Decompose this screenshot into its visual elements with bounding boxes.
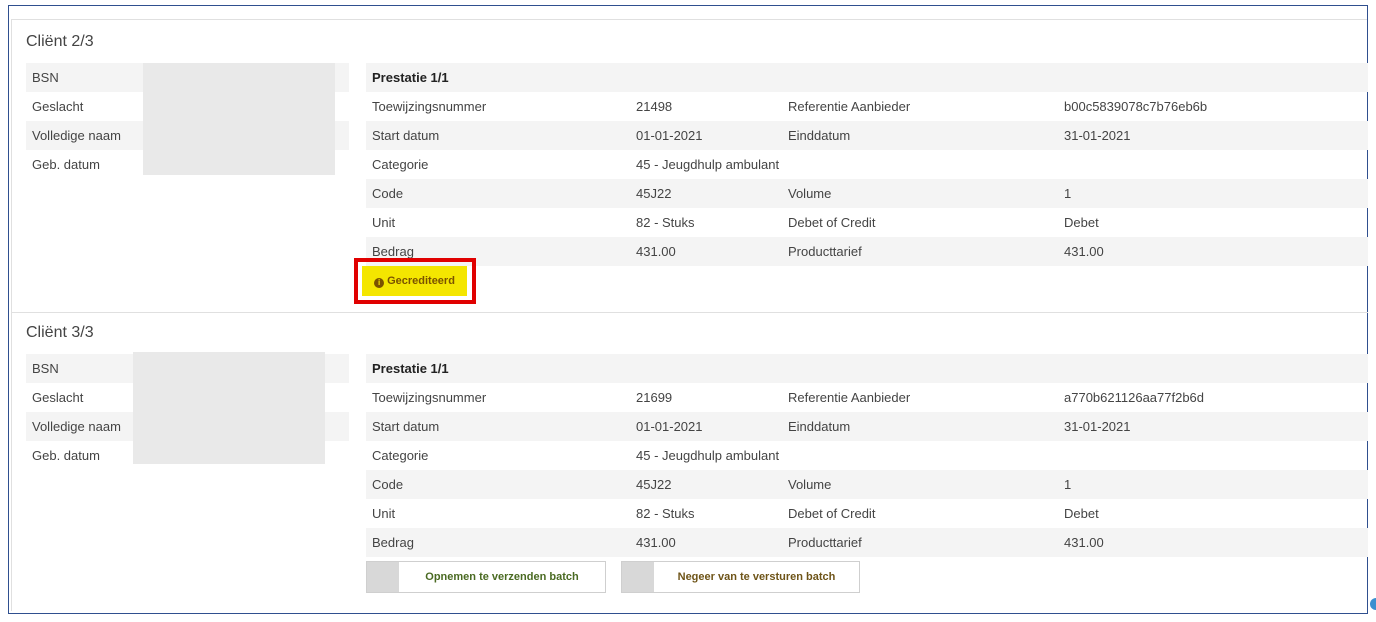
row-value: 45J22 [636, 477, 672, 492]
row-label: Volume [788, 186, 832, 201]
row-label: Bedrag [372, 535, 414, 550]
prestatie-header-row: Prestatie 1/1 [366, 63, 1368, 92]
row-label: Toewijzingsnummer [372, 99, 487, 114]
row-value: 431.00 [1064, 244, 1104, 259]
row-label: Unit [372, 215, 396, 230]
row-value: 45J22 [636, 186, 672, 201]
row-label: Categorie [372, 157, 429, 172]
row-label: Debet of Credit [788, 506, 876, 521]
row-value: 82 - Stuks [636, 506, 695, 521]
row-label: Toewijzingsnummer [372, 390, 487, 405]
row-label: Debet of Credit [788, 215, 876, 230]
row-label: Categorie [372, 448, 429, 463]
row-label: Einddatum [788, 419, 851, 434]
row-label: Code [372, 477, 404, 492]
row-value: 1 [1064, 477, 1072, 492]
table-row: Toewijzingsnummer 21699 Referentie Aanbi… [366, 383, 1368, 412]
row-label: Producttarief [788, 244, 862, 259]
row-label: Einddatum [788, 128, 851, 143]
row-value: Debet [1064, 506, 1099, 521]
row-value: 1 [1064, 186, 1072, 201]
row-value: 82 - Stuks [636, 215, 695, 230]
row-value: b00c5839078c7b76eb6b [1064, 99, 1208, 114]
row-label: Start datum [372, 128, 440, 143]
table-row: Bedrag 431.00 Producttarief 431.00 [366, 237, 1368, 266]
row-value: Debet [1064, 215, 1099, 230]
redacted-personal-data [143, 63, 335, 175]
toggle-swatch [367, 562, 399, 592]
scroll-handle[interactable] [1370, 598, 1376, 610]
prestatie-header: Prestatie 1/1 [372, 361, 449, 376]
client-title: Cliënt 2/3 [26, 33, 94, 50]
row-label: Producttarief [788, 535, 862, 550]
table-row: Code 45J22 Volume 1 [366, 179, 1368, 208]
info-circle-icon: i [374, 278, 385, 288]
table-row: Categorie 45 - Jeugdhulp ambulant [366, 150, 1368, 179]
row-label: Code [372, 186, 404, 201]
table-row: Bedrag 431.00 Producttarief 431.00 [366, 528, 1368, 557]
row-label: Referentie Aanbieder [788, 390, 911, 405]
status-badge-label: Gecrediteerd [387, 275, 455, 287]
include-in-batch-label: Opnemen te verzenden batch [425, 571, 579, 583]
row-value: a770b621126aa77f2b6d [1064, 390, 1205, 405]
row-value: 21699 [636, 390, 673, 405]
table-row: Code 45J22 Volume 1 [366, 470, 1368, 499]
row-value: 431.00 [1064, 535, 1104, 550]
row-label: Referentie Aanbieder [788, 99, 911, 114]
table-row: Toewijzingsnummer 21498 Referentie Aanbi… [366, 92, 1368, 121]
redacted-personal-data [133, 352, 325, 464]
table-row: Categorie 45 - Jeugdhulp ambulant [366, 441, 1368, 470]
row-value: 01-01-2021 [636, 419, 703, 434]
toggle-swatch [622, 562, 654, 592]
row-value: 45 - Jeugdhulp ambulant [636, 157, 780, 172]
table-row: Unit 82 - Stuks Debet of Credit Debet [366, 208, 1368, 237]
row-value: 01-01-2021 [636, 128, 703, 143]
row-value: 31-01-2021 [1064, 419, 1131, 434]
row-value: 431.00 [636, 244, 676, 259]
client-title: Cliënt 3/3 [26, 324, 94, 341]
table-row: Unit 82 - Stuks Debet of Credit Debet [366, 499, 1368, 528]
include-in-batch-button[interactable]: Opnemen te verzenden batch [366, 561, 606, 593]
table-row: Start datum 01-01-2021 Einddatum 31-01-2… [366, 412, 1368, 441]
row-value: 21498 [636, 99, 673, 114]
row-label: Start datum [372, 419, 440, 434]
ignore-batch-button[interactable]: Negeer van te versturen batch [621, 561, 860, 593]
row-label: Unit [372, 506, 396, 521]
section-divider [12, 312, 1368, 313]
row-label: Volume [788, 477, 832, 492]
table-row: Start datum 01-01-2021 Einddatum 31-01-2… [366, 121, 1368, 150]
row-value: 431.00 [636, 535, 676, 550]
status-badge: i Gecrediteerd [362, 266, 467, 296]
row-value: 31-01-2021 [1064, 128, 1131, 143]
row-value: 45 - Jeugdhulp ambulant [636, 448, 780, 463]
prestatie-header-row: Prestatie 1/1 [366, 354, 1368, 383]
ignore-batch-label: Negeer van te versturen batch [677, 571, 836, 583]
prestatie-header: Prestatie 1/1 [372, 70, 449, 85]
